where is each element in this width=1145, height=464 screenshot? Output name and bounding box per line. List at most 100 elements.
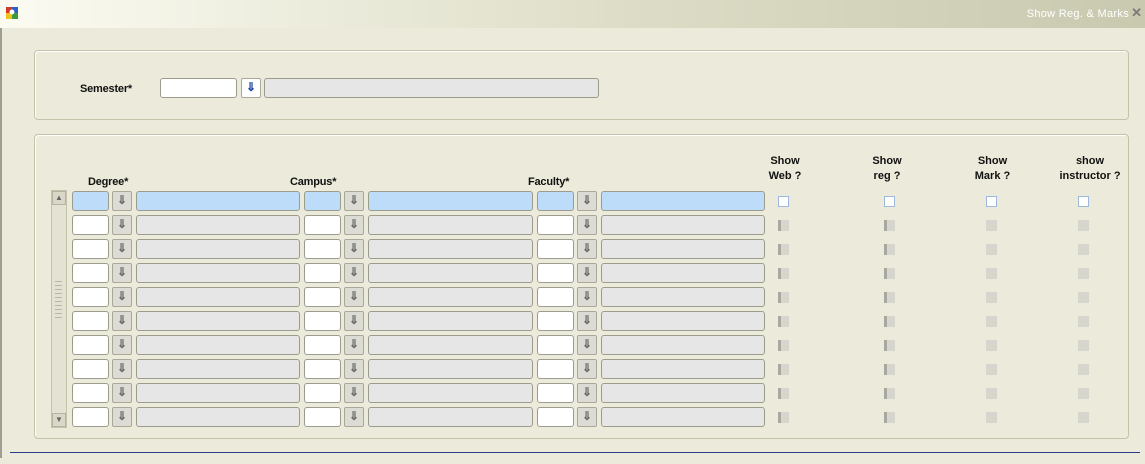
degree-lov-button[interactable]: ⇓ bbox=[112, 335, 132, 355]
show-mark-checkbox[interactable] bbox=[986, 316, 997, 327]
show-instructor-checkbox[interactable] bbox=[1078, 292, 1089, 303]
degree-lov-button[interactable]: ⇓ bbox=[112, 239, 132, 259]
show-mark-checkbox[interactable] bbox=[986, 364, 997, 375]
scroll-grip[interactable] bbox=[55, 281, 62, 321]
degree-lov-button[interactable]: ⇓ bbox=[112, 263, 132, 283]
show-reg-checkbox[interactable] bbox=[884, 196, 895, 207]
show-web-checkbox[interactable] bbox=[778, 292, 789, 303]
show-mark-checkbox[interactable] bbox=[986, 388, 997, 399]
show-instructor-checkbox[interactable] bbox=[1078, 364, 1089, 375]
show-instructor-checkbox[interactable] bbox=[1078, 316, 1089, 327]
campus-code-input[interactable] bbox=[304, 335, 341, 355]
campus-code-input[interactable] bbox=[304, 383, 341, 403]
show-web-checkbox[interactable] bbox=[778, 316, 789, 327]
degree-code-input[interactable] bbox=[72, 383, 109, 403]
show-reg-checkbox[interactable] bbox=[884, 316, 895, 327]
faculty-code-input[interactable] bbox=[537, 407, 574, 427]
faculty-lov-button[interactable]: ⇓ bbox=[577, 263, 597, 283]
semester-lov-button[interactable]: ⇓ bbox=[241, 78, 261, 98]
degree-code-input[interactable] bbox=[72, 335, 109, 355]
campus-code-input[interactable] bbox=[304, 191, 341, 211]
show-instructor-checkbox[interactable] bbox=[1078, 412, 1089, 423]
degree-lov-button[interactable]: ⇓ bbox=[112, 287, 132, 307]
show-web-checkbox[interactable] bbox=[778, 220, 789, 231]
faculty-code-input[interactable] bbox=[537, 311, 574, 331]
degree-lov-button[interactable]: ⇓ bbox=[112, 215, 132, 235]
degree-lov-button[interactable]: ⇓ bbox=[112, 407, 132, 427]
campus-code-input[interactable] bbox=[304, 359, 341, 379]
close-icon[interactable]: ✕ bbox=[1131, 5, 1142, 21]
faculty-code-input[interactable] bbox=[537, 335, 574, 355]
faculty-lov-button[interactable]: ⇓ bbox=[577, 191, 597, 211]
show-web-checkbox[interactable] bbox=[778, 364, 789, 375]
faculty-lov-button[interactable]: ⇓ bbox=[577, 239, 597, 259]
degree-code-input[interactable] bbox=[72, 191, 109, 211]
show-instructor-checkbox[interactable] bbox=[1078, 340, 1089, 351]
show-reg-checkbox[interactable] bbox=[884, 388, 895, 399]
degree-code-input[interactable] bbox=[72, 407, 109, 427]
campus-lov-button[interactable]: ⇓ bbox=[344, 239, 364, 259]
faculty-lov-button[interactable]: ⇓ bbox=[577, 407, 597, 427]
campus-code-input[interactable] bbox=[304, 239, 341, 259]
show-web-checkbox[interactable] bbox=[778, 268, 789, 279]
show-instructor-checkbox[interactable] bbox=[1078, 388, 1089, 399]
campus-lov-button[interactable]: ⇓ bbox=[344, 311, 364, 331]
faculty-lov-button[interactable]: ⇓ bbox=[577, 287, 597, 307]
faculty-lov-button[interactable]: ⇓ bbox=[577, 215, 597, 235]
degree-code-input[interactable] bbox=[72, 311, 109, 331]
semester-code-input[interactable] bbox=[160, 78, 237, 98]
show-mark-checkbox[interactable] bbox=[986, 244, 997, 255]
degree-code-input[interactable] bbox=[72, 287, 109, 307]
degree-code-input[interactable] bbox=[72, 359, 109, 379]
faculty-code-input[interactable] bbox=[537, 287, 574, 307]
campus-code-input[interactable] bbox=[304, 287, 341, 307]
faculty-code-input[interactable] bbox=[537, 383, 574, 403]
show-instructor-checkbox[interactable] bbox=[1078, 220, 1089, 231]
degree-code-input[interactable] bbox=[72, 239, 109, 259]
show-mark-checkbox[interactable] bbox=[986, 340, 997, 351]
campus-lov-button[interactable]: ⇓ bbox=[344, 359, 364, 379]
campus-lov-button[interactable]: ⇓ bbox=[344, 191, 364, 211]
faculty-lov-button[interactable]: ⇓ bbox=[577, 335, 597, 355]
campus-lov-button[interactable]: ⇓ bbox=[344, 407, 364, 427]
degree-lov-button[interactable]: ⇓ bbox=[112, 359, 132, 379]
show-web-checkbox[interactable] bbox=[778, 196, 789, 207]
show-mark-checkbox[interactable] bbox=[986, 268, 997, 279]
show-web-checkbox[interactable] bbox=[778, 388, 789, 399]
degree-lov-button[interactable]: ⇓ bbox=[112, 383, 132, 403]
faculty-lov-button[interactable]: ⇓ bbox=[577, 311, 597, 331]
show-instructor-checkbox[interactable] bbox=[1078, 244, 1089, 255]
campus-lov-button[interactable]: ⇓ bbox=[344, 287, 364, 307]
campus-lov-button[interactable]: ⇓ bbox=[344, 383, 364, 403]
show-instructor-checkbox[interactable] bbox=[1078, 196, 1089, 207]
show-mark-checkbox[interactable] bbox=[986, 220, 997, 231]
show-reg-checkbox[interactable] bbox=[884, 412, 895, 423]
show-reg-checkbox[interactable] bbox=[884, 292, 895, 303]
campus-lov-button[interactable]: ⇓ bbox=[344, 335, 364, 355]
scroll-down-icon[interactable]: ▼ bbox=[52, 413, 66, 427]
show-mark-checkbox[interactable] bbox=[986, 412, 997, 423]
show-instructor-checkbox[interactable] bbox=[1078, 268, 1089, 279]
campus-lov-button[interactable]: ⇓ bbox=[344, 215, 364, 235]
show-web-checkbox[interactable] bbox=[778, 412, 789, 423]
show-mark-checkbox[interactable] bbox=[986, 292, 997, 303]
campus-code-input[interactable] bbox=[304, 311, 341, 331]
show-web-checkbox[interactable] bbox=[778, 244, 789, 255]
campus-code-input[interactable] bbox=[304, 407, 341, 427]
degree-lov-button[interactable]: ⇓ bbox=[112, 311, 132, 331]
show-reg-checkbox[interactable] bbox=[884, 340, 895, 351]
campus-lov-button[interactable]: ⇓ bbox=[344, 263, 364, 283]
degree-code-input[interactable] bbox=[72, 215, 109, 235]
faculty-lov-button[interactable]: ⇓ bbox=[577, 383, 597, 403]
show-mark-checkbox[interactable] bbox=[986, 196, 997, 207]
degree-lov-button[interactable]: ⇓ bbox=[112, 191, 132, 211]
campus-code-input[interactable] bbox=[304, 215, 341, 235]
degree-code-input[interactable] bbox=[72, 263, 109, 283]
faculty-code-input[interactable] bbox=[537, 215, 574, 235]
show-reg-checkbox[interactable] bbox=[884, 244, 895, 255]
show-web-checkbox[interactable] bbox=[778, 340, 789, 351]
vertical-scrollbar[interactable]: ▲ ▼ bbox=[51, 190, 67, 428]
faculty-code-input[interactable] bbox=[537, 359, 574, 379]
show-reg-checkbox[interactable] bbox=[884, 220, 895, 231]
faculty-code-input[interactable] bbox=[537, 239, 574, 259]
